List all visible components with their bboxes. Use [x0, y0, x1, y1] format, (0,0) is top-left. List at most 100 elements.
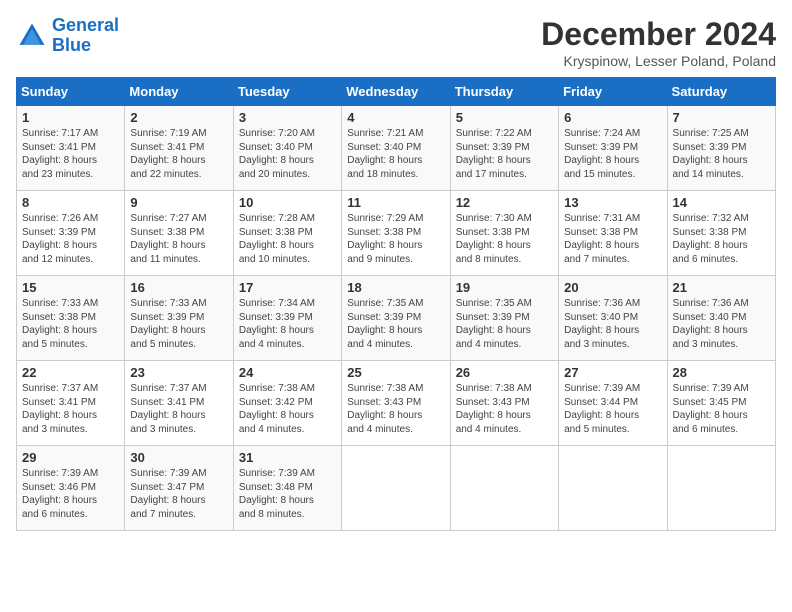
day-info: Sunrise: 7:29 AM Sunset: 3:38 PM Dayligh…: [347, 212, 444, 266]
day-number: 20: [564, 280, 661, 295]
day-info: Sunrise: 7:38 AM Sunset: 3:42 PM Dayligh…: [239, 382, 336, 436]
day-number: 15: [22, 280, 119, 295]
weekday-header-row: SundayMondayTuesdayWednesdayThursdayFrid…: [17, 78, 776, 106]
calendar-day-cell: 1Sunrise: 7:17 AM Sunset: 3:41 PM Daylig…: [17, 106, 125, 191]
day-number: 14: [673, 195, 770, 210]
day-info: Sunrise: 7:31 AM Sunset: 3:38 PM Dayligh…: [564, 212, 661, 266]
day-number: 9: [130, 195, 227, 210]
day-number: 24: [239, 365, 336, 380]
day-number: 29: [22, 450, 119, 465]
day-number: 3: [239, 110, 336, 125]
day-info: Sunrise: 7:22 AM Sunset: 3:39 PM Dayligh…: [456, 127, 553, 181]
day-number: 16: [130, 280, 227, 295]
day-number: 17: [239, 280, 336, 295]
calendar-day-cell: 18 Sunrise: 7:35 AM Sunset: 3:39 PM Dayli…: [342, 276, 450, 361]
day-number: 8: [22, 195, 119, 210]
day-info: Sunrise: 7:33 AM Sunset: 3:39 PM Dayligh…: [130, 297, 227, 351]
calendar-day-cell: 24 Sunrise: 7:38 AM Sunset: 3:42 PM Dayli…: [233, 361, 341, 446]
location: Kryspinow, Lesser Poland, Poland: [541, 53, 776, 69]
calendar-day-cell: 11 Sunrise: 7:29 AM Sunset: 3:38 PM Dayli…: [342, 191, 450, 276]
calendar-day-cell: [450, 446, 558, 531]
calendar-day-cell: 13 Sunrise: 7:31 AM Sunset: 3:38 PM Dayli…: [559, 191, 667, 276]
calendar-day-cell: 20Sunrise: 7:36 AM Sunset: 3:40 PM Dayli…: [559, 276, 667, 361]
day-info: Sunrise: 7:39 AM Sunset: 3:47 PM Dayligh…: [130, 467, 227, 521]
day-info: Sunrise: 7:39 AM Sunset: 3:45 PM Dayligh…: [673, 382, 770, 436]
weekday-header: Saturday: [667, 78, 775, 106]
day-number: 10: [239, 195, 336, 210]
day-info: Sunrise: 7:26 AM Sunset: 3:39 PM Dayligh…: [22, 212, 119, 266]
calendar-day-cell: 5 Sunrise: 7:22 AM Sunset: 3:39 PM Daylig…: [450, 106, 558, 191]
day-info: Sunrise: 7:34 AM Sunset: 3:39 PM Dayligh…: [239, 297, 336, 351]
calendar-day-cell: 15 Sunrise: 7:33 AM Sunset: 3:38 PM Dayli…: [17, 276, 125, 361]
calendar-day-cell: [667, 446, 775, 531]
calendar-day-cell: 8 Sunrise: 7:26 AM Sunset: 3:39 PM Daylig…: [17, 191, 125, 276]
day-number: 23: [130, 365, 227, 380]
month-title: December 2024: [541, 16, 776, 53]
logo-text: General Blue: [52, 16, 119, 56]
calendar-day-cell: 21Sunrise: 7:36 AM Sunset: 3:40 PM Dayli…: [667, 276, 775, 361]
calendar-day-cell: 9Sunrise: 7:27 AM Sunset: 3:38 PM Daylig…: [125, 191, 233, 276]
day-info: Sunrise: 7:20 AM Sunset: 3:40 PM Dayligh…: [239, 127, 336, 181]
title-block: December 2024 Kryspinow, Lesser Poland, …: [541, 16, 776, 69]
calendar-day-cell: 23 Sunrise: 7:37 AM Sunset: 3:41 PM Dayli…: [125, 361, 233, 446]
calendar-week-row: 8 Sunrise: 7:26 AM Sunset: 3:39 PM Daylig…: [17, 191, 776, 276]
calendar-day-cell: 12Sunrise: 7:30 AM Sunset: 3:38 PM Dayli…: [450, 191, 558, 276]
day-info: Sunrise: 7:37 AM Sunset: 3:41 PM Dayligh…: [130, 382, 227, 436]
day-info: Sunrise: 7:32 AM Sunset: 3:38 PM Dayligh…: [673, 212, 770, 266]
day-number: 4: [347, 110, 444, 125]
logo-line1: General: [52, 15, 119, 35]
weekday-header: Friday: [559, 78, 667, 106]
day-number: 22: [22, 365, 119, 380]
day-info: Sunrise: 7:35 AM Sunset: 3:39 PM Dayligh…: [456, 297, 553, 351]
calendar-day-cell: 25 Sunrise: 7:38 AM Sunset: 3:43 PM Dayli…: [342, 361, 450, 446]
weekday-header: Tuesday: [233, 78, 341, 106]
day-info: Sunrise: 7:39 AM Sunset: 3:46 PM Dayligh…: [22, 467, 119, 521]
day-info: Sunrise: 7:19 AM Sunset: 3:41 PM Dayligh…: [130, 127, 227, 181]
day-number: 28: [673, 365, 770, 380]
day-info: Sunrise: 7:38 AM Sunset: 3:43 PM Dayligh…: [347, 382, 444, 436]
weekday-header: Thursday: [450, 78, 558, 106]
calendar-day-cell: 3 Sunrise: 7:20 AM Sunset: 3:40 PM Daylig…: [233, 106, 341, 191]
day-info: Sunrise: 7:24 AM Sunset: 3:39 PM Dayligh…: [564, 127, 661, 181]
day-number: 27: [564, 365, 661, 380]
day-info: Sunrise: 7:33 AM Sunset: 3:38 PM Dayligh…: [22, 297, 119, 351]
day-info: Sunrise: 7:38 AM Sunset: 3:43 PM Dayligh…: [456, 382, 553, 436]
day-number: 30: [130, 450, 227, 465]
day-number: 2: [130, 110, 227, 125]
day-number: 19: [456, 280, 553, 295]
day-info: Sunrise: 7:17 AM Sunset: 3:41 PM Dayligh…: [22, 127, 119, 181]
calendar-day-cell: 27 Sunrise: 7:39 AM Sunset: 3:44 PM Dayli…: [559, 361, 667, 446]
day-number: 26: [456, 365, 553, 380]
day-number: 25: [347, 365, 444, 380]
day-number: 7: [673, 110, 770, 125]
calendar-day-cell: 29 Sunrise: 7:39 AM Sunset: 3:46 PM Dayli…: [17, 446, 125, 531]
day-number: 12: [456, 195, 553, 210]
day-number: 5: [456, 110, 553, 125]
calendar-day-cell: 17 Sunrise: 7:34 AM Sunset: 3:39 PM Dayli…: [233, 276, 341, 361]
day-number: 18: [347, 280, 444, 295]
calendar-week-row: 22 Sunrise: 7:37 AM Sunset: 3:41 PM Dayli…: [17, 361, 776, 446]
calendar-day-cell: 19 Sunrise: 7:35 AM Sunset: 3:39 PM Dayli…: [450, 276, 558, 361]
calendar-day-cell: 10 Sunrise: 7:28 AM Sunset: 3:38 PM Dayli…: [233, 191, 341, 276]
calendar-day-cell: 31Sunrise: 7:39 AM Sunset: 3:48 PM Dayli…: [233, 446, 341, 531]
calendar-day-cell: 26 Sunrise: 7:38 AM Sunset: 3:43 PM Dayli…: [450, 361, 558, 446]
day-info: Sunrise: 7:25 AM Sunset: 3:39 PM Dayligh…: [673, 127, 770, 181]
day-info: Sunrise: 7:36 AM Sunset: 3:40 PM Dayligh…: [673, 297, 770, 351]
day-number: 11: [347, 195, 444, 210]
day-info: Sunrise: 7:28 AM Sunset: 3:38 PM Dayligh…: [239, 212, 336, 266]
weekday-header: Monday: [125, 78, 233, 106]
day-info: Sunrise: 7:37 AM Sunset: 3:41 PM Dayligh…: [22, 382, 119, 436]
calendar-day-cell: 7 Sunrise: 7:25 AM Sunset: 3:39 PM Daylig…: [667, 106, 775, 191]
day-info: Sunrise: 7:21 AM Sunset: 3:40 PM Dayligh…: [347, 127, 444, 181]
day-info: Sunrise: 7:35 AM Sunset: 3:39 PM Dayligh…: [347, 297, 444, 351]
calendar-day-cell: 22 Sunrise: 7:37 AM Sunset: 3:41 PM Dayli…: [17, 361, 125, 446]
page-header: General Blue December 2024 Kryspinow, Le…: [16, 16, 776, 69]
calendar-table: SundayMondayTuesdayWednesdayThursdayFrid…: [16, 77, 776, 531]
logo: General Blue: [16, 16, 119, 56]
logo-line2: Blue: [52, 35, 91, 55]
day-info: Sunrise: 7:39 AM Sunset: 3:44 PM Dayligh…: [564, 382, 661, 436]
calendar-day-cell: 4 Sunrise: 7:21 AM Sunset: 3:40 PM Daylig…: [342, 106, 450, 191]
calendar-day-cell: 14 Sunrise: 7:32 AM Sunset: 3:38 PM Dayli…: [667, 191, 775, 276]
day-info: Sunrise: 7:39 AM Sunset: 3:48 PM Dayligh…: [239, 467, 336, 521]
day-number: 13: [564, 195, 661, 210]
